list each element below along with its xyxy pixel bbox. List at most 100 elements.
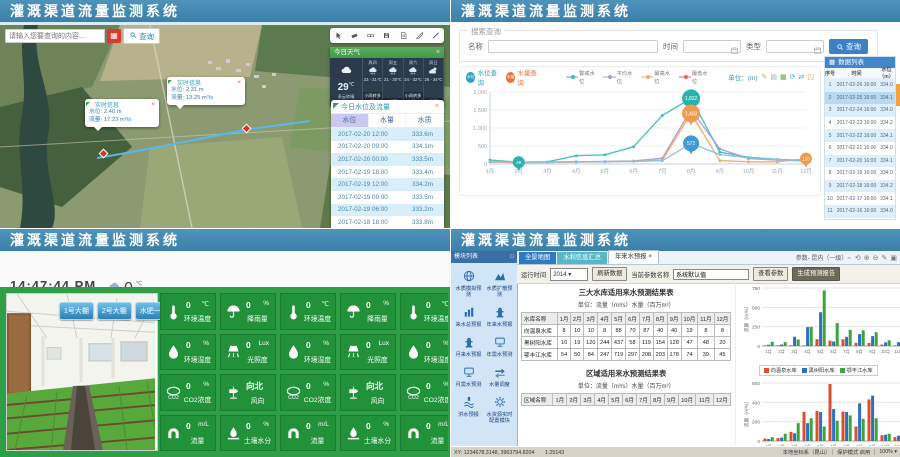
map-search-button[interactable]: 查询 — [123, 28, 160, 44]
window-tab-0[interactable]: 全景地图 — [519, 252, 556, 264]
tile-label: 风向 — [243, 395, 272, 405]
data-list-row[interactable]: 102017-02-17 16:00334.1 — [825, 192, 895, 205]
refresh-icon[interactable]: ⟳ — [790, 73, 796, 81]
water-level-panel-close-icon[interactable]: × — [435, 103, 439, 110]
popup-close-icon[interactable]: × — [237, 79, 241, 86]
data-list-row[interactable]: 52017-02-22 16:00334.1 — [825, 129, 895, 142]
tab-tool-icon[interactable]: ▣ — [890, 254, 897, 262]
sidebar-item-水量调度[interactable]: 水量调度 — [484, 365, 515, 388]
calendar-icon[interactable] — [813, 42, 822, 60]
pointer-icon[interactable] — [334, 31, 343, 40]
greenhouse-quadrant: 灌溉渠道流量监测系统 14:47:44 PM 星期日 2018 年 05 月 2… — [0, 228, 450, 457]
calendar-icon[interactable] — [730, 42, 739, 60]
window-tab-1[interactable]: 水利信息汇总 — [557, 252, 607, 264]
flood-icon — [462, 395, 476, 411]
data-list-row[interactable]: 42017-02-23 16:00334.2 — [825, 117, 895, 130]
table-row[interactable]: 2017-02-20 09:00334.1m — [331, 141, 444, 154]
table-row[interactable]: 2017-02-19 09:00333.5m — [331, 191, 444, 204]
legend-item[interactable]: 最高水位 — [641, 69, 673, 85]
table-row[interactable]: 2017-02-19 12:00334.2m — [331, 178, 444, 191]
param-input[interactable] — [673, 269, 749, 280]
tab-tool-icon[interactable]: ⟲ — [855, 254, 861, 262]
tile-unit: % — [383, 300, 389, 310]
svg-text:150: 150 — [802, 156, 810, 161]
data-list-row[interactable]: 62017-02-21 16:00334.0 — [825, 142, 895, 155]
tab-tool-icon[interactable]: ⊖ — [873, 254, 879, 262]
sidebar-item-年来水预报[interactable]: 年来水预报 — [484, 305, 515, 328]
panel-fold-icon — [333, 103, 339, 109]
grid-view-icon[interactable]: ▦ — [780, 73, 787, 81]
tile-unit: ℃ — [442, 300, 448, 310]
window-tab-2[interactable]: 年来水预报 × — [608, 250, 659, 264]
tab-tool-icon[interactable]: ⊕ — [864, 254, 870, 262]
runtime-select[interactable]: 2014 ▾ — [550, 268, 588, 281]
data-list-row[interactable]: 82017-02-19 16:00334.0 — [825, 167, 895, 180]
sidebar-item-来水总预报[interactable]: 来水总预报 — [453, 305, 484, 328]
data-list-row[interactable]: 32017-02-24 16:00334.0 — [825, 104, 895, 117]
cell: 334.0 — [878, 145, 895, 151]
level-tab-水量[interactable]: 水量 — [369, 114, 407, 127]
table-row[interactable]: 2017-02-18 18:00333.8m — [331, 216, 444, 228]
svg-text:1月: 1月 — [766, 349, 773, 355]
app-titlebar: 灌溉渠道流量监测系统 — [0, 229, 450, 251]
workstation-quadrant: 灌溉渠道流量监测系统 模块列表□ 水质模拟预测水质扩散预测来水总预报年来水预报月… — [450, 228, 900, 457]
level-tab-水位[interactable]: 水位 — [331, 114, 369, 127]
tile-label: 流量 — [303, 435, 332, 445]
greenhouse-button-2号大棚[interactable]: 2号大棚 — [97, 302, 132, 320]
eraser-icon[interactable] — [350, 31, 359, 40]
data-list-row[interactable]: 22017-02-25 16:00334.1 — [825, 92, 895, 105]
pen-icon[interactable] — [431, 31, 440, 40]
tab-tool-icon[interactable]: ✎ — [882, 254, 888, 262]
map-search-input[interactable] — [5, 29, 105, 43]
link-icon[interactable] — [366, 31, 375, 40]
popup-close-icon[interactable]: × — [151, 101, 155, 108]
table2-title: 区域适用来水预测结果表 — [521, 369, 731, 379]
sidebar-item-月来水预报[interactable]: 月来水预报 — [453, 335, 484, 358]
field-input-0[interactable] — [488, 40, 658, 53]
legend-item[interactable]: 平均水位 — [603, 69, 635, 85]
clear-marker-icon[interactable]: ▦ — [107, 29, 121, 43]
ruler-icon[interactable] — [415, 31, 424, 40]
level-tab-水质[interactable]: 水质 — [406, 114, 444, 127]
legend-item[interactable]: 最低水位 — [679, 69, 711, 85]
data-list-row[interactable]: 12017-02-26 16:00334.0 — [825, 79, 895, 92]
popup-measurement: 水位: 2.31 m — [171, 87, 241, 95]
legend-item[interactable]: 警戒水位 — [566, 69, 598, 85]
edit-icon[interactable]: ✎ — [762, 73, 768, 81]
step-selector[interactable]: 参数- 昆内（一级）~ — [796, 253, 851, 262]
table-view-icon[interactable]: ▤ — [770, 73, 777, 81]
water-level-table: 2017-02-20 12:00333.6m2017-02-20 09:0033… — [331, 128, 444, 228]
sidebar-item-水资源实时配置模块[interactable]: 水资源实时配置模块 — [484, 395, 515, 424]
weather-close-icon[interactable]: × — [436, 47, 440, 58]
fullscreen-icon[interactable]: ◳ — [807, 73, 814, 81]
cell: 8 — [825, 170, 835, 176]
data-list-row[interactable]: 92017-02-18 16:00334.2 — [825, 180, 895, 193]
table-row[interactable]: 2017-02-19 06:00333.2m — [331, 204, 444, 217]
sidebar-item-水质扩散预测[interactable]: 水质扩散预测 — [484, 269, 515, 298]
svg-text:流量（m³/s）: 流量（m³/s） — [743, 304, 750, 333]
data-list-row[interactable]: 72017-02-20 16:00334.1 — [825, 155, 895, 168]
table-row[interactable]: 2017-02-20 00:00333.5m — [331, 153, 444, 166]
switch-icon[interactable]: ⇄ — [799, 73, 805, 81]
tile-value: 0 — [246, 300, 251, 310]
sidebar-item-洪水预报[interactable]: 洪水预报 — [453, 395, 484, 424]
sidebar-item-水质模拟预测[interactable]: 水质模拟预测 — [453, 269, 484, 298]
table-row[interactable]: 2017-02-19 18:00333.4m — [331, 166, 444, 179]
save-icon[interactable] — [382, 31, 391, 40]
query-search-button[interactable]: 查询 — [829, 39, 868, 54]
view-param-button[interactable]: 查看参数 — [753, 267, 788, 281]
sidebar-item-月需水预测[interactable]: 月需水预测 — [453, 365, 484, 388]
sidebar-item-年需水预测[interactable]: 年需水预测 — [484, 335, 515, 358]
table-row[interactable]: 2017-02-20 12:00333.6m — [331, 128, 444, 141]
refresh-data-button[interactable]: 刷新数据 — [592, 267, 627, 281]
doc-icon[interactable] — [399, 31, 408, 40]
collapse-icon[interactable]: □ — [510, 251, 514, 263]
region-forecast-table: 区域名称1月2月3月4月5月6月7月8月9月10月11月12月 — [521, 393, 731, 406]
data-list-row[interactable]: 112017-02-16 16:00334.0 — [825, 205, 895, 218]
svg-text:8月: 8月 — [687, 168, 696, 175]
greenhouse-button-1号大棚[interactable]: 1号大棚 — [59, 302, 94, 320]
generate-report-button[interactable]: 生成预测报告 — [792, 267, 840, 281]
zoom-level[interactable]: 100% ▾ — [874, 449, 897, 455]
svg-text:7月: 7月 — [844, 349, 851, 355]
tile-readout: 0℃环境温度 — [303, 296, 332, 327]
